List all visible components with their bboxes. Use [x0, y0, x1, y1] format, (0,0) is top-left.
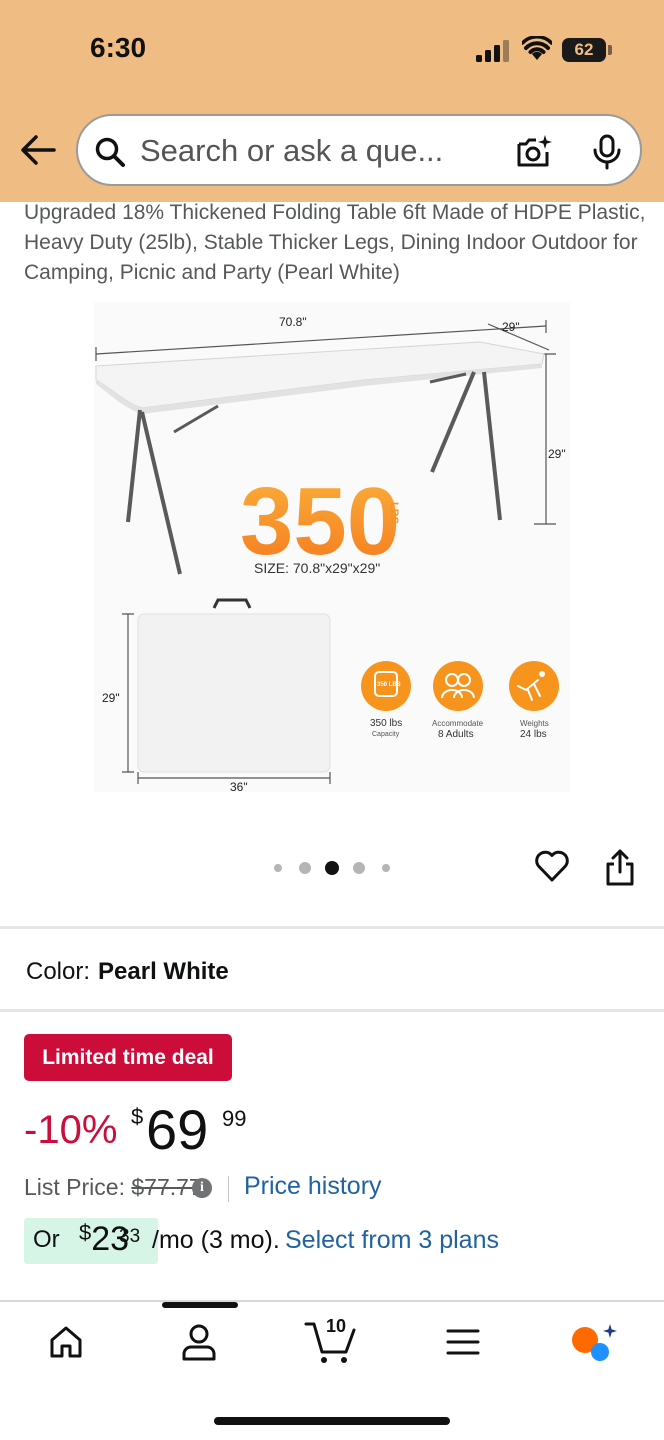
deal-badge: Limited time deal [24, 1034, 232, 1081]
menu-icon[interactable] [446, 1328, 480, 1356]
carousel-dot[interactable] [382, 864, 390, 872]
app-header: 6:30 62 [0, 0, 664, 202]
discount-percent: -10% [24, 1108, 118, 1152]
feature-2-line1: Accommodate [432, 719, 484, 728]
cellular-signal-icon [476, 40, 509, 62]
price-history-link[interactable]: Price history [244, 1172, 382, 1201]
list-price: List Price: $77.77 [24, 1174, 202, 1201]
feature-3-line2: 24 lbs [520, 729, 547, 740]
divider [0, 926, 664, 929]
divider [0, 1009, 664, 1012]
battery-tip [608, 45, 612, 55]
rufus-assistant-icon[interactable] [570, 1322, 618, 1364]
back-arrow-icon[interactable] [18, 132, 58, 168]
color-label: Color: [26, 958, 91, 985]
carousel-dot[interactable] [353, 862, 365, 874]
product-image[interactable]: 70.8" 29" 29" 350 LBS SIZE: 70.8"x29"x29… [94, 302, 570, 792]
carousel-dot[interactable] [299, 862, 311, 874]
status-time: 6:30 [90, 32, 147, 63]
wifi-icon [522, 36, 552, 60]
search-input[interactable] [140, 128, 510, 174]
list-price-label: List Price: [24, 1174, 125, 1200]
dimension-height-label: 29" [548, 447, 566, 461]
info-icon[interactable]: i [192, 1178, 212, 1198]
search-bar[interactable] [76, 114, 642, 186]
feature-2-line2: 8 Adults [438, 729, 474, 740]
installment-prefix: Or [33, 1226, 60, 1253]
carousel-dot-active[interactable] [325, 861, 339, 875]
cart-count: 10 [325, 1316, 347, 1336]
installment-term: /mo (3 mo). [152, 1226, 280, 1254]
folded-width-label: 36" [230, 780, 248, 792]
carousel-dots[interactable] [272, 860, 396, 876]
select-plans-link[interactable]: Select from 3 plans [285, 1226, 499, 1255]
home-indicator [214, 1417, 450, 1425]
share-icon[interactable] [604, 848, 636, 886]
nav-active-indicator [162, 1302, 238, 1308]
capacity-unit: LBS [388, 502, 400, 524]
home-icon[interactable] [48, 1324, 84, 1360]
feature-1-line2: Capacity [372, 731, 400, 738]
folded-height-label: 29" [102, 691, 120, 705]
price-whole: 69 [146, 1098, 209, 1161]
feature-1-line1: 350 lbs [370, 718, 402, 729]
battery-indicator: 62 [562, 38, 606, 62]
camera-search-icon[interactable] [514, 134, 552, 170]
color-selection[interactable]: Color: Pearl White [26, 958, 229, 986]
price-currency: $ [131, 1104, 144, 1129]
dimension-width-label: 70.8" [279, 315, 307, 329]
product-title: Upgraded 18% Thickened Folding Table 6ft… [24, 201, 646, 284]
heart-icon[interactable] [534, 848, 570, 884]
installment-currency: $ [79, 1220, 92, 1245]
separator [228, 1176, 229, 1202]
capacity-number: 350 [240, 468, 400, 575]
feature-badge-text: 350 LBS [377, 682, 401, 688]
price-fraction: 99 [222, 1106, 247, 1131]
account-icon[interactable] [180, 1322, 218, 1362]
feature-3-line1: Weights [520, 719, 549, 728]
search-icon [95, 137, 125, 167]
microphone-icon[interactable] [592, 134, 622, 170]
dimension-depth-label: 29" [502, 320, 520, 334]
size-caption: SIZE: 70.8"x29"x29" [254, 560, 380, 576]
color-value: Pearl White [98, 958, 229, 985]
installment-fraction: 33 [119, 1226, 141, 1247]
carousel-dot[interactable] [274, 864, 282, 872]
